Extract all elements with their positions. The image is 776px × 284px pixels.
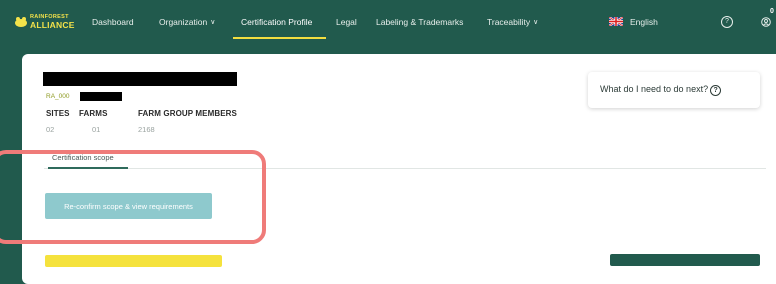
nav-traceability-label: Traceability [487, 17, 531, 27]
stat-label-farms: FARMS [79, 109, 108, 118]
frog-logo-icon [15, 17, 27, 27]
nav-certification-profile[interactable]: Certification Profile [241, 0, 312, 38]
what-next-help-box[interactable]: What do I need to do next?? [588, 72, 760, 108]
language-selector[interactable]: English [630, 0, 658, 38]
nav-organization-label: Organization [159, 17, 208, 27]
chevron-down-icon: ∨ [533, 19, 539, 26]
chevron-down-icon: ∨ [210, 19, 216, 26]
help-icon[interactable]: ? [721, 16, 733, 28]
nav-legal[interactable]: Legal [336, 0, 357, 38]
top-navigation-bar: RAINFOREST ALLIANCE Dashboard Organizati… [0, 0, 776, 44]
uk-flag-icon [609, 17, 623, 26]
what-next-label: What do I need to do next?? [600, 84, 722, 96]
nav-organization[interactable]: Organization ∨ [159, 0, 215, 38]
redacted-organization-id [80, 92, 122, 101]
what-next-text: What do I need to do next? [600, 84, 709, 94]
yellow-action-button[interactable] [45, 255, 222, 267]
nav-labeling-trademarks[interactable]: Labeling & Trademarks [376, 0, 463, 38]
notification-count-badge: 0 [770, 8, 774, 15]
stat-value-sites: 02 [46, 125, 55, 134]
nav-dashboard[interactable]: Dashboard [92, 0, 134, 38]
dark-action-button[interactable] [610, 254, 760, 266]
highlight-annotation-box [0, 150, 266, 244]
nav-traceability[interactable]: Traceability ∨ [487, 0, 538, 38]
stat-label-sites: SITES [46, 109, 70, 118]
brand-line2: ALLIANCE [30, 20, 75, 30]
rainforest-alliance-logo[interactable]: RAINFOREST ALLIANCE [14, 13, 75, 33]
question-icon: ? [710, 85, 722, 96]
stat-value-farms: 01 [92, 125, 101, 134]
stat-label-farm-group-members: FARM GROUP MEMBERS [138, 109, 237, 118]
user-icon[interactable] [761, 17, 771, 27]
active-nav-indicator [233, 37, 326, 39]
redacted-organization-name [43, 72, 237, 86]
organization-id: RA_000 [46, 93, 70, 100]
stat-value-farm-group-members: 2168 [138, 125, 155, 134]
